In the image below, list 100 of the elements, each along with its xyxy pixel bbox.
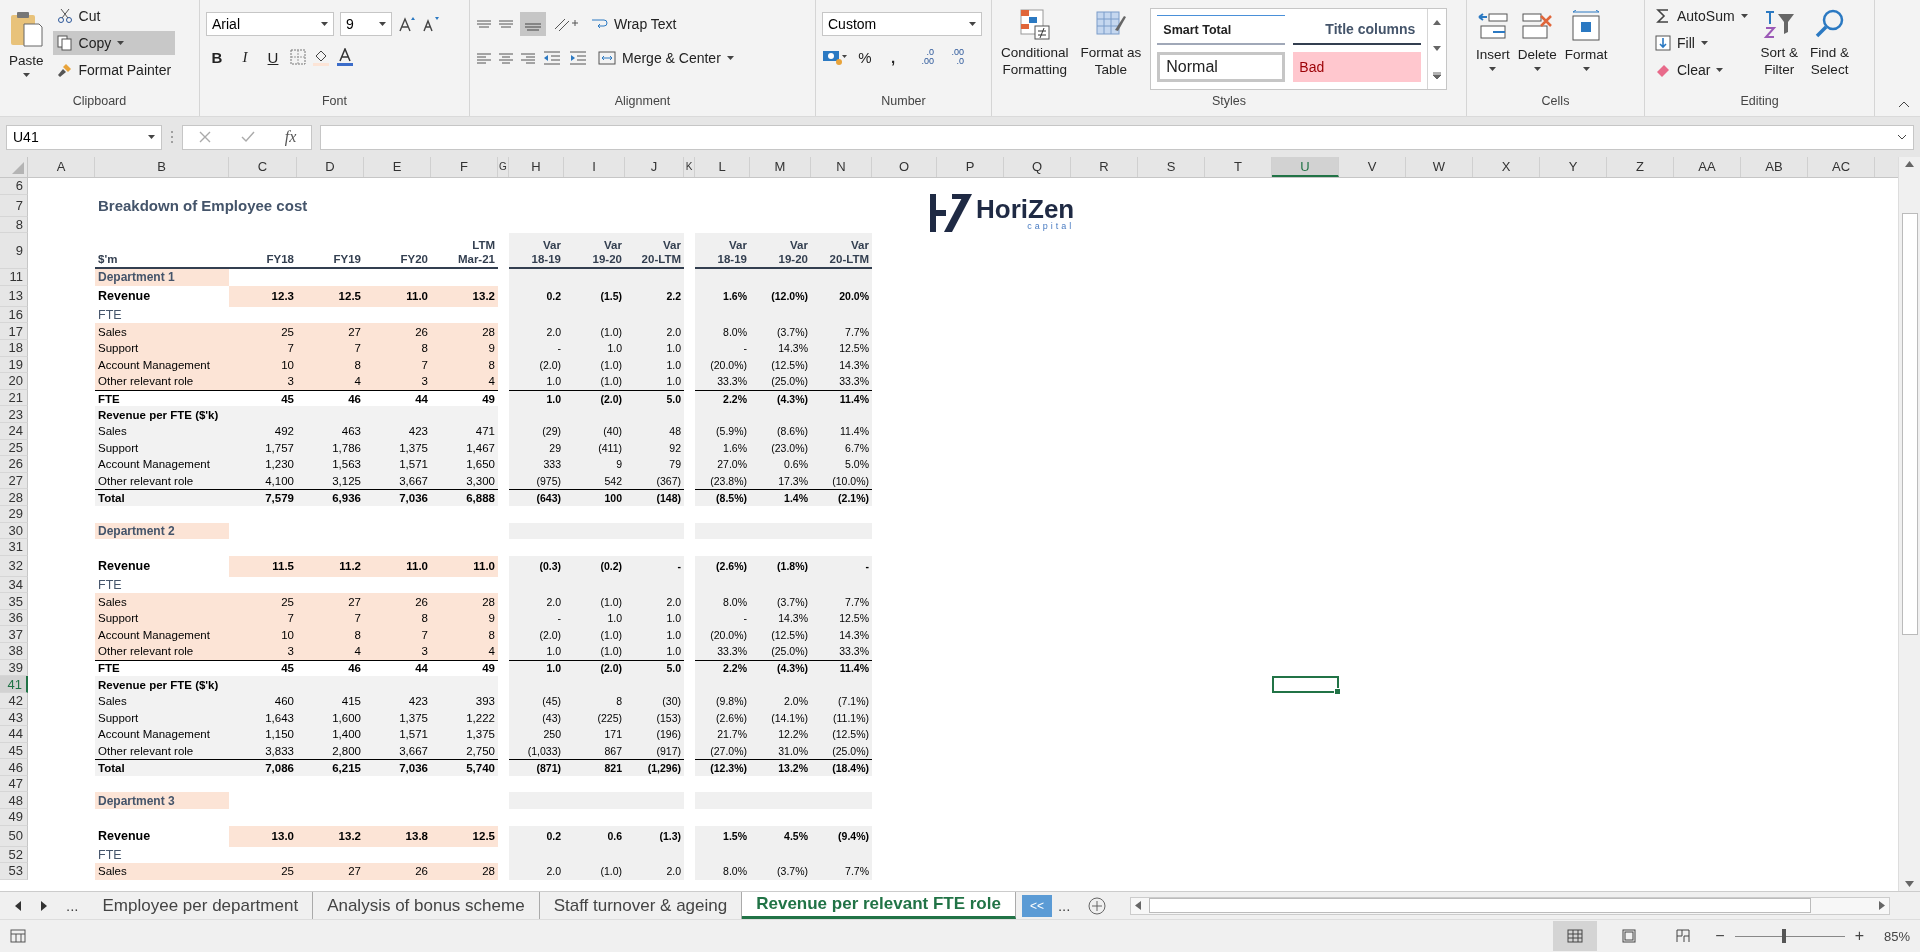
wrap-text-button[interactable]: Wrap Text: [586, 12, 681, 36]
column-header[interactable]: W: [1406, 157, 1473, 177]
font-size-field[interactable]: 9: [340, 12, 392, 36]
zoom-out-button[interactable]: −: [1715, 927, 1725, 945]
column-header[interactable]: AB: [1741, 157, 1808, 177]
column-header[interactable]: X: [1473, 157, 1540, 177]
column-header[interactable]: H: [509, 157, 564, 177]
column-header[interactable]: F: [431, 157, 498, 177]
column-header[interactable]: V: [1339, 157, 1406, 177]
row-header[interactable]: 38: [0, 643, 28, 660]
row-header[interactable]: 23: [0, 406, 28, 423]
normal-view-button[interactable]: [1553, 921, 1598, 951]
row-header[interactable]: 49: [0, 809, 28, 826]
column-header[interactable]: I: [564, 157, 625, 177]
row-header[interactable]: 50: [0, 825, 28, 847]
table-cell: (1.3): [625, 825, 684, 847]
row-header[interactable]: 35: [0, 593, 28, 610]
number-format-field[interactable]: Custom: [822, 12, 982, 36]
cell-style-option[interactable]: Normal: [1157, 52, 1286, 82]
column-header[interactable]: D: [297, 157, 364, 177]
zoom-level[interactable]: 85%: [1883, 928, 1910, 944]
zoom-in-button[interactable]: +: [1854, 927, 1864, 945]
more-sheets-button[interactable]: ...: [1057, 897, 1071, 914]
fill-button[interactable]: Fill: [1651, 31, 1752, 55]
cells-button[interactable]: Delete: [1514, 4, 1560, 75]
format-painter-button[interactable]: Format Painter: [52, 58, 176, 82]
find-select-button[interactable]: Find & Select: [1807, 4, 1853, 82]
formula-input-field[interactable]: [320, 124, 1914, 150]
sort-filter-button[interactable]: Sort & Filter: [1757, 4, 1802, 82]
row-header[interactable]: 32: [0, 555, 28, 577]
column-header[interactable]: AC: [1808, 157, 1875, 177]
row-header[interactable]: 26: [0, 456, 28, 473]
row-header[interactable]: 6: [0, 178, 28, 195]
insert-function-button[interactable]: fx: [284, 128, 297, 146]
cell-style-option[interactable]: Bad: [1293, 52, 1422, 82]
table-cell: (3.7%): [750, 593, 811, 610]
column-header[interactable]: K: [684, 157, 695, 177]
row-header[interactable]: 7: [0, 194, 28, 217]
column-header[interactable]: L: [695, 157, 750, 177]
column-header[interactable]: M: [750, 157, 811, 177]
table-cell: 4: [297, 373, 364, 390]
decrease-decimal-button[interactable]: .00 .0: [940, 48, 964, 66]
column-header[interactable]: S: [1138, 157, 1205, 177]
cells-button[interactable]: Insert: [1473, 4, 1513, 75]
clear-button[interactable]: Clear: [1651, 58, 1752, 82]
column-header[interactable]: Z: [1607, 157, 1674, 177]
conditional-formatting-button[interactable]: Conditional Formatting: [998, 4, 1072, 82]
column-header[interactable]: Q: [1004, 157, 1071, 177]
column-header[interactable]: J: [625, 157, 684, 177]
column-header[interactable]: U: [1272, 157, 1339, 177]
cell-style-option[interactable]: Title columns: [1293, 15, 1422, 45]
zoom-slider-thumb[interactable]: [1782, 929, 1787, 943]
column-header[interactable]: C: [229, 157, 297, 177]
row-header[interactable]: 48: [0, 792, 28, 809]
column-header[interactable]: O: [872, 157, 937, 177]
selected-cell[interactable]: [1272, 676, 1339, 693]
row-header[interactable]: 28: [0, 489, 28, 506]
column-header[interactable]: G: [498, 157, 509, 177]
name-box[interactable]: U41: [6, 124, 162, 150]
column-header[interactable]: R: [1071, 157, 1138, 177]
cells-button[interactable]: Format: [1561, 4, 1611, 75]
row-header[interactable]: 11: [0, 269, 28, 286]
row-header[interactable]: 13: [0, 285, 28, 307]
merge-center-button[interactable]: Merge & Center: [594, 46, 738, 70]
autosum-button[interactable]: AutoSum: [1651, 4, 1752, 28]
cell-style-option[interactable]: Smart Total: [1157, 15, 1286, 45]
italic-button[interactable]: I: [234, 46, 256, 68]
row-header[interactable]: 20: [0, 373, 28, 390]
column-header[interactable]: B: [95, 157, 229, 177]
paste-button[interactable]: Paste: [6, 4, 47, 81]
sheet-tab[interactable]: Revenue per relevant FTE role: [742, 892, 1016, 919]
column-header[interactable]: AA: [1674, 157, 1741, 177]
row-header[interactable]: 37: [0, 626, 28, 644]
row-header[interactable]: 41: [0, 676, 28, 693]
copy-button[interactable]: Copy: [52, 31, 176, 55]
increase-decimal-button[interactable]: .0 .00: [910, 48, 934, 66]
underline-button[interactable]: U: [262, 46, 284, 68]
column-header[interactable]: Y: [1540, 157, 1607, 177]
column-header[interactable]: P: [937, 157, 1004, 177]
row-header[interactable]: 31: [0, 539, 28, 556]
paintbrush-icon: [56, 62, 73, 78]
format-as-table-button[interactable]: Format as Table: [1077, 4, 1145, 82]
row-header[interactable]: 44: [0, 726, 28, 743]
column-header[interactable]: A: [28, 157, 95, 177]
row-header[interactable]: 43: [0, 709, 28, 727]
horizontal-scrollbar[interactable]: [1130, 896, 1890, 915]
row-header[interactable]: 9: [0, 233, 28, 270]
percent-button[interactable]: %: [854, 46, 876, 68]
column-header[interactable]: N: [811, 157, 872, 177]
comma-style-button[interactable]: ,: [882, 46, 904, 68]
row-header[interactable]: 53: [0, 863, 28, 880]
table-cell: (12.5%): [750, 626, 811, 644]
bold-button[interactable]: B: [206, 46, 228, 68]
cut-button[interactable]: Cut: [52, 4, 176, 28]
font-family-field[interactable]: Arial: [206, 12, 334, 36]
row-header[interactable]: 46: [0, 759, 28, 776]
vertical-scrollbar[interactable]: [1898, 157, 1920, 891]
column-header[interactable]: E: [364, 157, 431, 177]
more-sheets-button[interactable]: ...: [66, 897, 79, 914]
row-header[interactable]: 17: [0, 323, 28, 340]
